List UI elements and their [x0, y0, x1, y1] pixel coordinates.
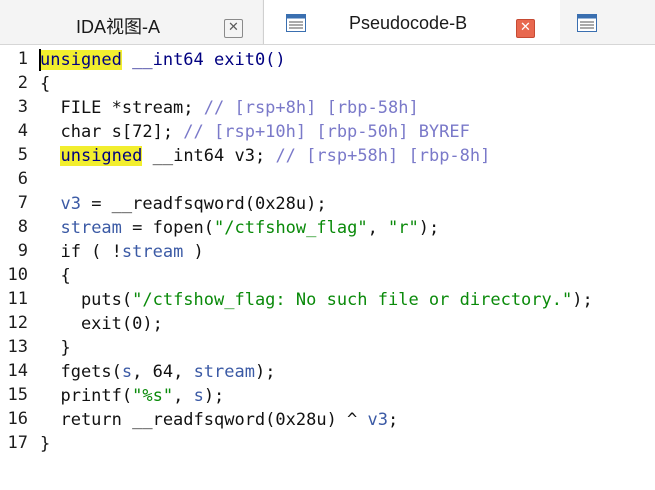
- code-text: );: [254, 362, 276, 382]
- code-text: = __readfsqword(0x28u);: [80, 194, 327, 214]
- tab-bar: IDA视图-A ✕ Pseudocode-B ✕: [0, 0, 655, 45]
- code-text: fgets(: [40, 362, 122, 382]
- line-number: 6: [17, 169, 28, 189]
- code-line[interactable]: unsigned __int64 v3; // [rsp+58h] [rbp-8…: [40, 144, 490, 168]
- variable-v3[interactable]: v3: [368, 410, 388, 430]
- window-icon: [577, 14, 597, 32]
- code-line[interactable]: v3 = __readfsqword(0x28u);: [40, 192, 327, 216]
- tab-pseudocode-b-label: Pseudocode-B: [349, 13, 468, 33]
- tab-pseudocode-b-close-icon[interactable]: ✕: [516, 19, 535, 38]
- string-literal: "r": [388, 218, 419, 238]
- string-literal: "/ctfshow_flag": [214, 218, 368, 238]
- variable-stream[interactable]: stream: [122, 242, 183, 262]
- code-text: );: [203, 386, 225, 406]
- code-line[interactable]: char s[72]; // [rsp+10h] [rbp-50h] BYREF: [40, 120, 470, 144]
- variable-stream[interactable]: stream: [60, 218, 121, 238]
- keyword-unsigned: unsigned: [60, 146, 143, 166]
- tab-ida-view-a-close-icon[interactable]: ✕: [224, 19, 243, 38]
- code-text: FILE *stream;: [40, 98, 204, 118]
- code-text: if ( !: [40, 242, 122, 262]
- variable-s[interactable]: s: [122, 362, 132, 382]
- code-text: puts(: [40, 290, 133, 310]
- code-text: ): [183, 242, 204, 262]
- line-number: 3: [17, 97, 28, 117]
- code-line[interactable]: return __readfsqword(0x28u) ^ v3;: [40, 408, 398, 432]
- code-text: = fopen(: [121, 218, 215, 238]
- code-line[interactable]: {: [40, 264, 70, 288]
- line-number: 9: [17, 241, 28, 261]
- keyword-unsigned: unsigned: [40, 50, 122, 70]
- variable-v3[interactable]: v3: [60, 194, 80, 214]
- tab-ida-view-a[interactable]: IDA视图-A ✕: [0, 0, 262, 44]
- code-text: ,: [367, 218, 389, 238]
- code-line[interactable]: stream = fopen("/ctfshow_flag", "r");: [40, 216, 439, 240]
- code-text: ;: [388, 410, 399, 430]
- code-line[interactable]: }: [40, 432, 50, 456]
- variable-s[interactable]: s: [194, 386, 204, 406]
- code-comment: // [rsp+10h] [rbp-50h] BYREF: [183, 122, 470, 142]
- line-number-gutter: 1 2 3 4 5 6 7 8 9 10 11 12 13 14 15 16 1…: [0, 45, 34, 490]
- code-line[interactable]: }: [40, 336, 70, 360]
- code-line[interactable]: printf("%s", s);: [40, 384, 224, 408]
- code-line[interactable]: unsigned __int64 exit0(): [40, 48, 286, 72]
- line-number: 4: [17, 121, 28, 141]
- code-text: printf(: [40, 386, 133, 406]
- string-literal: "/ctfshow_flag: No such file or director…: [132, 290, 573, 310]
- code-text: );: [572, 290, 593, 310]
- line-number: 10: [7, 265, 28, 285]
- line-number: 14: [7, 361, 28, 381]
- code-text: ,: [173, 386, 194, 406]
- string-literal: "%s": [132, 386, 174, 406]
- variable-stream[interactable]: stream: [194, 362, 255, 382]
- code-line[interactable]: FILE *stream; // [rsp+8h] [rbp-58h]: [40, 96, 419, 120]
- line-number: 8: [17, 217, 28, 237]
- code-text: );: [418, 218, 440, 238]
- tab-ida-view-a-label: IDA视图-A: [76, 17, 161, 37]
- code-line[interactable]: exit(0);: [40, 312, 163, 336]
- window-icon: [286, 14, 306, 32]
- code-line[interactable]: {: [40, 72, 50, 96]
- code-text: return __readfsqword(0x28u) ^: [40, 410, 368, 430]
- tab-pseudocode-b[interactable]: Pseudocode-B ✕: [263, 0, 561, 44]
- code-text: __int64 v3;: [142, 146, 276, 166]
- code-text: char s[72];: [40, 122, 184, 142]
- code-comment: // [rsp+58h] [rbp-8h]: [275, 146, 491, 166]
- line-number: 12: [7, 313, 28, 333]
- code-line[interactable]: fgets(s, 64, stream);: [40, 360, 275, 384]
- line-number: 15: [7, 385, 28, 405]
- line-number: 1: [17, 49, 28, 69]
- code-text: __int64 exit0(): [121, 50, 286, 70]
- line-number: 16: [7, 409, 28, 429]
- line-number: 5: [17, 145, 28, 165]
- code-line[interactable]: if ( !stream ): [40, 240, 204, 264]
- line-number: 11: [7, 289, 28, 309]
- tab-extra[interactable]: [560, 0, 655, 44]
- code-comment: // [rsp+8h] [rbp-58h]: [203, 98, 419, 118]
- code-text: , 64,: [132, 362, 194, 382]
- line-number: 13: [7, 337, 28, 357]
- line-number: 17: [7, 433, 28, 453]
- line-number: 7: [17, 193, 28, 213]
- code-line[interactable]: puts("/ctfshow_flag: No such file or dir…: [40, 288, 593, 312]
- line-number: 2: [17, 73, 28, 93]
- text-cursor: [39, 49, 41, 71]
